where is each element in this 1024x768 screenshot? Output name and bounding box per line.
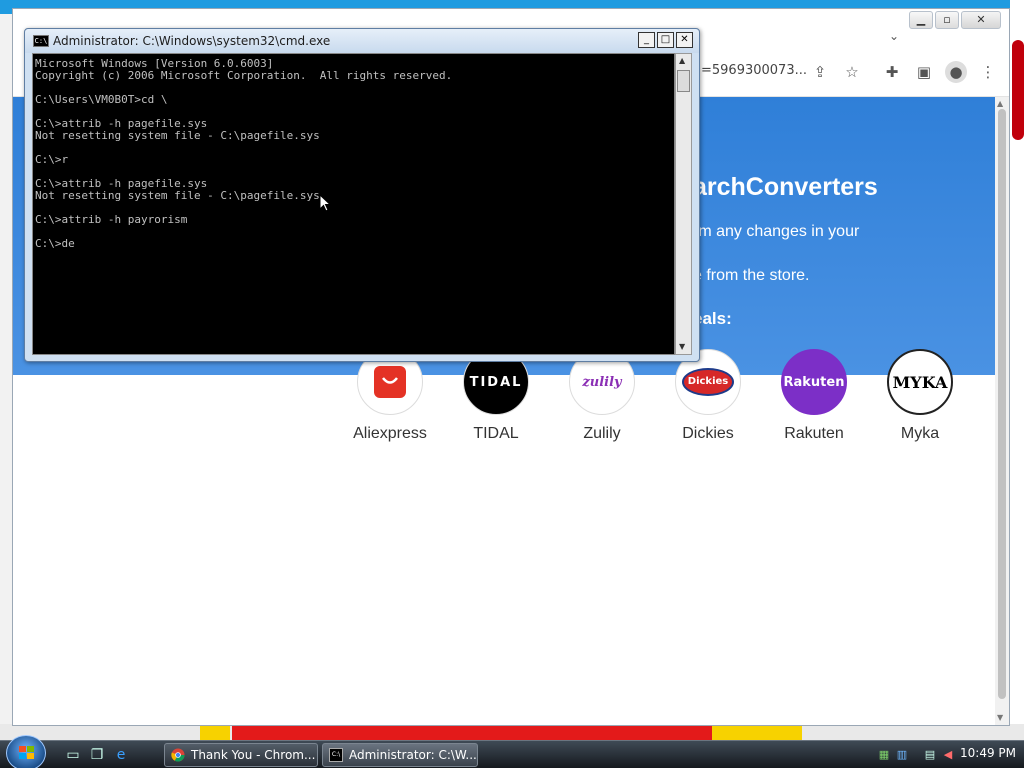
mouse-cursor-icon (319, 194, 331, 212)
minimize-button[interactable]: ▁ (909, 11, 933, 29)
address-bar-url[interactable]: =5969300073... (701, 63, 807, 78)
store-name: Rakuten (784, 425, 844, 442)
close-button[interactable]: ✕ (961, 11, 1001, 29)
desktop-background-bottom (0, 724, 1024, 740)
chrome-icon (171, 748, 185, 762)
scroll-up-arrow-icon[interactable]: ▲ (679, 56, 685, 65)
cmd-title: Administrator: C:\Windows\system32\cmd.e… (53, 34, 331, 48)
side-panel-icon[interactable]: ▣ (913, 61, 935, 83)
extensions-puzzle-icon[interactable]: ✚ (881, 61, 903, 83)
network-computer-icon[interactable]: ▤ (922, 747, 938, 763)
tray-icon[interactable]: ▥ (894, 747, 910, 763)
scrollbar-thumb[interactable] (677, 70, 690, 92)
taskbar-item-cmd[interactable]: C:\ Administrator: C:\W... (322, 743, 478, 767)
tidal-logo-text: TIDAL (469, 374, 523, 390)
banner-text-2: e from the store. (693, 267, 810, 284)
close-button[interactable]: ✕ (676, 32, 693, 48)
store-aliexpress[interactable]: Aliexpress (345, 349, 435, 443)
console-line: Copyright (c) 2006 Microsoft Corporation… (35, 69, 453, 82)
cmd-scrollbar[interactable]: ▲ ▼ (675, 53, 692, 355)
desktop-background-left (0, 14, 12, 726)
network-icon[interactable]: ▦ (876, 747, 892, 763)
store-name: Zulily (583, 425, 621, 442)
rakuten-logo-icon: Rakuten (781, 349, 847, 415)
store-zulily[interactable]: zulily Zulily (557, 349, 647, 443)
console-input-line[interactable]: C:\>de (35, 238, 672, 250)
store-myka[interactable]: MYKA Myka (875, 349, 965, 443)
internet-explorer-icon[interactable]: e (112, 747, 130, 763)
console-line: C:\>r (35, 153, 69, 166)
chrome-window-controls: ▁ ▫ ✕ (909, 11, 1001, 29)
cmd-titlebar[interactable]: C:\ Administrator: C:\Windows\system32\c… (25, 29, 699, 53)
switch-windows-icon[interactable]: ❐ (88, 747, 106, 763)
scroll-down-arrow-icon[interactable]: ▼ (679, 342, 685, 351)
cmd-window-controls: _ □ ✕ (638, 32, 693, 48)
taskbar: ▭ ❐ e Thank You - Chrom... C:\ Administr… (0, 735, 1024, 768)
cmd-icon: C:\ (33, 35, 49, 47)
store-rakuten[interactable]: Rakuten Rakuten (769, 349, 859, 443)
rakuten-logo-text: Rakuten (783, 374, 845, 390)
myka-logo-text: MYKA (892, 372, 948, 392)
scroll-up-arrow-icon[interactable]: ▲ (997, 99, 1003, 108)
cmd-window[interactable]: C:\ Administrator: C:\Windows\system32\c… (24, 28, 700, 362)
cmd-console-output[interactable]: Microsoft Windows [Version 6.0.6003] Cop… (32, 53, 675, 355)
myka-logo-icon: MYKA (887, 349, 953, 415)
store-name: Myka (900, 425, 940, 442)
console-line: Not resetting system file - C:\pagefile.… (35, 189, 320, 202)
taskbar-item-label: Thank You - Chrom... (191, 748, 316, 762)
minimize-button[interactable]: _ (638, 32, 655, 48)
bookmark-star-icon[interactable]: ☆ (841, 61, 863, 83)
store-name: TIDAL (473, 425, 519, 442)
start-button[interactable] (6, 735, 46, 768)
tab-search-chevron-icon[interactable]: ⌄ (889, 29, 899, 43)
store-name: Aliexpress (353, 425, 427, 442)
volume-muted-icon[interactable]: ◀ (940, 747, 956, 763)
page-scrollbar[interactable]: ▲ ▼ (995, 97, 1009, 725)
banner-title: archConverters (693, 173, 878, 201)
store-tidal[interactable]: TIDAL TIDAL (451, 349, 541, 443)
desktop-background-right (1010, 0, 1024, 740)
zulily-logo-text: zulily (582, 374, 622, 390)
share-icon[interactable]: ⇪ (809, 61, 831, 83)
console-line: C:\Users\VM0B0T>cd \ (35, 93, 168, 106)
dickies-logo-text: Dickies (682, 368, 734, 396)
store-name: Dickies (682, 425, 734, 442)
banner-text-1: rm any changes in your (693, 223, 860, 240)
profile-avatar-icon[interactable]: ● (945, 61, 967, 83)
menu-kebab-icon[interactable]: ⋮ (977, 61, 999, 83)
taskbar-item-chrome[interactable]: Thank You - Chrom... (164, 743, 318, 767)
show-desktop-icon[interactable]: ▭ (64, 747, 82, 763)
console-line: C:\>attrib -h payrorism (35, 213, 188, 226)
maximize-button[interactable]: ▫ (935, 11, 959, 29)
console-line: Not resetting system file - C:\pagefile.… (35, 129, 320, 142)
windows-logo-icon (19, 746, 35, 760)
scrollbar-thumb[interactable] (998, 109, 1006, 699)
scroll-down-arrow-icon[interactable]: ▼ (997, 713, 1003, 722)
maximize-button[interactable]: □ (657, 32, 674, 48)
clock[interactable]: 10:49 PM (960, 746, 1016, 760)
taskbar-item-label: Administrator: C:\W... (349, 748, 477, 762)
store-dickies[interactable]: Dickies Dickies (663, 349, 753, 443)
cmd-icon: C:\ (329, 748, 343, 762)
